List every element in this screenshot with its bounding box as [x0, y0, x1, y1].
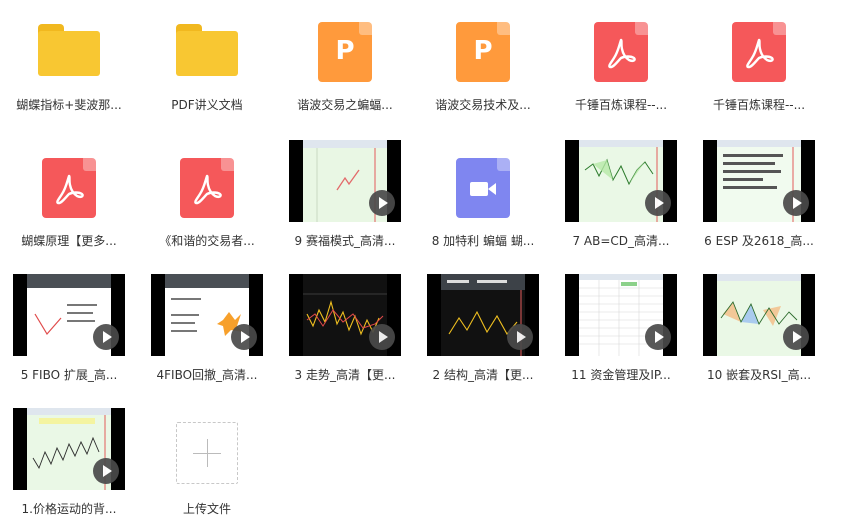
video-thumbnail	[289, 274, 401, 356]
file-item[interactable]: P 谐波交易技术及...	[414, 0, 552, 120]
video-thumbnail	[703, 140, 815, 222]
file-name: PDF讲义文档	[171, 98, 243, 112]
file-item[interactable]: 千锤百炼课程--...	[552, 0, 690, 120]
file-name: 千锤百炼课程--...	[712, 98, 806, 112]
file-item[interactable]: 3 走势_高清【更...	[276, 270, 414, 390]
play-icon	[783, 190, 809, 216]
play-icon	[93, 458, 119, 484]
file-item[interactable]: 5 FIBO 扩展_高...	[0, 270, 138, 390]
file-item[interactable]: 11 资金管理及IP...	[552, 270, 690, 390]
file-name: 2 结构_高清【更...	[432, 368, 534, 382]
file-name: 11 资金管理及IP...	[571, 368, 671, 382]
video-thumbnail	[289, 140, 401, 222]
file-name: 《和谐的交易者...	[159, 234, 255, 248]
file-grid: 蝴蝶指标+斐波那... PDF讲义文档 P 谐波交易之蝙蝠... P 谐波交易技…	[0, 0, 854, 528]
file-name: 9 赛福模式_高清...	[294, 234, 396, 248]
ppt-file-icon: P	[318, 22, 372, 82]
file-name: 谐波交易技术及...	[435, 98, 531, 112]
ppt-file-icon: P	[456, 22, 510, 82]
folder-icon	[38, 24, 100, 76]
file-item[interactable]: 蝴蝶指标+斐波那...	[0, 0, 138, 120]
play-icon	[507, 324, 533, 350]
pdf-file-icon	[180, 158, 234, 218]
video-file-icon	[456, 158, 510, 218]
file-item[interactable]: PDF讲义文档	[138, 0, 276, 120]
video-thumbnail	[565, 274, 677, 356]
play-icon	[369, 324, 395, 350]
file-name: 10 嵌套及RSI_高...	[706, 368, 812, 382]
play-icon	[645, 324, 671, 350]
file-item[interactable]: P 谐波交易之蝙蝠...	[276, 0, 414, 120]
file-item[interactable]: 4FIBO回撤_高清...	[138, 270, 276, 390]
plus-icon	[176, 422, 238, 484]
video-thumbnail	[151, 274, 263, 356]
file-name: 8 加特利 蝙蝠 蝴...	[431, 234, 535, 248]
file-name: 3 走势_高清【更...	[294, 368, 396, 382]
video-thumbnail	[565, 140, 677, 222]
pdf-file-icon	[732, 22, 786, 82]
pdf-file-icon	[42, 158, 96, 218]
file-item[interactable]: 10 嵌套及RSI_高...	[690, 270, 828, 390]
file-name: 蝴蝶原理【更多...	[21, 234, 117, 248]
file-item[interactable]: 蝴蝶原理【更多...	[0, 136, 138, 256]
play-icon	[93, 324, 119, 350]
pdf-file-icon	[594, 22, 648, 82]
file-item[interactable]: 7 AB=CD_高清...	[552, 136, 690, 256]
file-name: 7 AB=CD_高清...	[572, 234, 670, 248]
play-icon	[369, 190, 395, 216]
file-name: 4FIBO回撤_高清...	[156, 368, 258, 382]
video-thumbnail	[13, 274, 125, 356]
upload-label: 上传文件	[182, 502, 231, 516]
folder-icon	[176, 24, 238, 76]
file-name: 5 FIBO 扩展_高...	[20, 368, 118, 382]
file-item[interactable]: 6 ESP 及2618_高...	[690, 136, 828, 256]
file-item[interactable]: 《和谐的交易者...	[138, 136, 276, 256]
file-name: 6 ESP 及2618_高...	[704, 234, 814, 248]
file-item[interactable]: 千锤百炼课程--...	[690, 0, 828, 120]
video-thumbnail	[703, 274, 815, 356]
file-item[interactable]: 1.价格运动的背...	[0, 404, 138, 524]
file-name: 蝴蝶指标+斐波那...	[16, 98, 122, 112]
play-icon	[783, 324, 809, 350]
file-item[interactable]: 2 结构_高清【更...	[414, 270, 552, 390]
play-icon	[231, 324, 257, 350]
upload-button[interactable]: 上传文件	[138, 404, 276, 524]
video-thumbnail	[13, 408, 125, 490]
video-thumbnail	[427, 274, 539, 356]
file-name: 千锤百炼课程--...	[574, 98, 668, 112]
file-item[interactable]: 9 赛福模式_高清...	[276, 136, 414, 256]
file-name: 1.价格运动的背...	[21, 502, 117, 516]
play-icon	[645, 190, 671, 216]
file-item[interactable]: 8 加特利 蝙蝠 蝴...	[414, 136, 552, 256]
file-name: 谐波交易之蝙蝠...	[297, 98, 393, 112]
